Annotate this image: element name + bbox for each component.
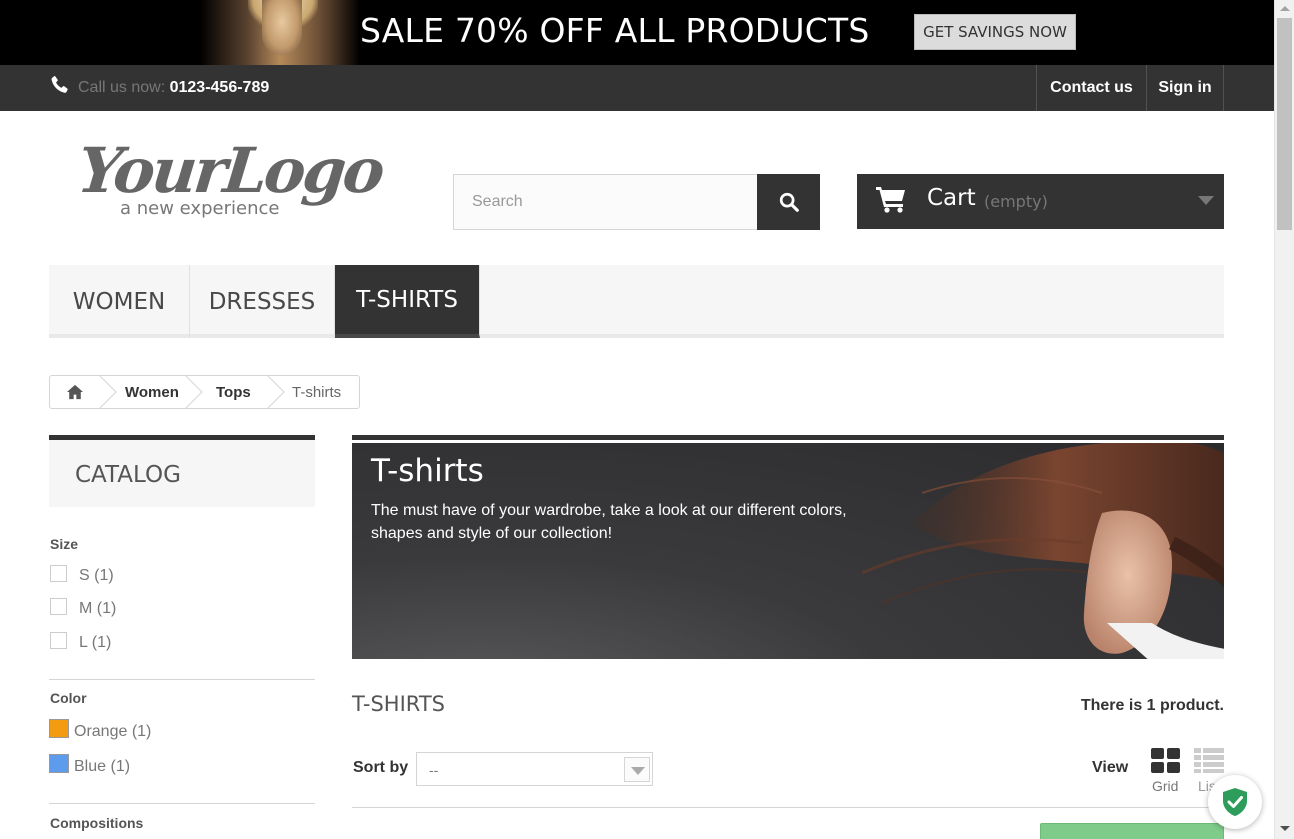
color-option-blue[interactable]: Blue (1) xyxy=(74,758,130,776)
page-scrollbar[interactable] xyxy=(1274,0,1294,839)
sort-label: Sort by xyxy=(353,759,409,776)
breadcrumb-separator xyxy=(186,376,203,408)
breadcrumb-tops[interactable]: Tops xyxy=(216,384,251,401)
size-option-l[interactable]: L (1) xyxy=(79,634,111,652)
banner-title: SALE 70% OFF ALL PRODUCTS xyxy=(360,11,870,50)
category-model-image xyxy=(861,443,1224,659)
listing-title: T-SHIRTS xyxy=(352,692,446,716)
promo-banner[interactable]: SALE 70% OFF ALL PRODUCTS GET SAVINGS NO… xyxy=(0,0,1274,65)
option-count: (1) xyxy=(110,758,131,775)
filter-title-compositions: Compositions xyxy=(50,815,144,831)
breadcrumb-women[interactable]: Women xyxy=(125,384,179,401)
content-divider xyxy=(352,807,1224,808)
scroll-down-icon[interactable] xyxy=(1280,826,1290,831)
phone-icon xyxy=(51,76,68,93)
banner-model-face xyxy=(262,0,302,55)
breadcrumb-separator xyxy=(268,376,285,408)
main-menu: WOMEN DRESSES T-SHIRTS xyxy=(49,265,1224,338)
contact-us-link[interactable]: Contact us xyxy=(1036,65,1146,111)
option-count: (1) xyxy=(94,567,114,584)
site-logo[interactable]: YourLogo a new experience xyxy=(72,132,386,227)
cart-dropdown[interactable]: Cart (empty) xyxy=(857,174,1224,229)
menu-item-women[interactable]: WOMEN xyxy=(49,265,190,338)
view-label: View xyxy=(1092,759,1129,776)
filter-divider xyxy=(49,679,315,680)
sort-select[interactable]: -- xyxy=(416,752,653,786)
category-banner: T-shirts The must have of your wardrobe,… xyxy=(352,435,1224,659)
option-label: Blue xyxy=(74,758,107,775)
breadcrumb-separator xyxy=(100,376,117,408)
top-navbar: Call us now: 0123-456-789 Contact us Sig… xyxy=(0,65,1274,111)
option-label: M xyxy=(79,600,93,617)
grid-view-icon[interactable] xyxy=(1151,748,1180,773)
option-count: (1) xyxy=(131,723,152,740)
get-savings-button[interactable]: GET SAVINGS NOW xyxy=(914,14,1076,50)
breadcrumb: Women Tops T-shirts xyxy=(49,375,360,409)
home-icon xyxy=(67,384,83,400)
checkbox-size-s[interactable] xyxy=(50,565,67,582)
filter-divider xyxy=(49,803,315,804)
breadcrumb-current: T-shirts xyxy=(292,384,342,401)
option-count: (1) xyxy=(91,634,112,651)
color-swatch-blue[interactable] xyxy=(49,754,69,773)
call-us-label: Call us now: xyxy=(78,79,166,96)
search-button[interactable] xyxy=(757,174,820,230)
scroll-up-icon[interactable] xyxy=(1280,6,1290,11)
filter-title-color: Color xyxy=(50,690,87,706)
phone-number: 0123-456-789 xyxy=(169,79,270,96)
product-action-button[interactable] xyxy=(1040,823,1224,839)
color-swatch-orange[interactable] xyxy=(49,719,69,738)
sign-in-link[interactable]: Sign in xyxy=(1146,65,1224,111)
category-description: The must have of your wardrobe, take a l… xyxy=(371,502,847,542)
logo-tagline: a new experience xyxy=(120,198,280,219)
security-badge[interactable] xyxy=(1208,775,1262,829)
option-count: (1) xyxy=(96,600,117,617)
menu-item-dresses[interactable]: DRESSES xyxy=(190,265,335,338)
logo-text: YourLogo xyxy=(74,134,386,207)
search-input[interactable] xyxy=(453,174,758,230)
color-option-orange[interactable]: Orange (1) xyxy=(74,723,151,741)
chevron-down-icon xyxy=(1198,196,1214,205)
chevron-down-icon xyxy=(624,757,650,782)
checkbox-size-l[interactable] xyxy=(50,632,67,649)
grid-view-label[interactable]: Grid xyxy=(1152,778,1178,794)
list-view-icon[interactable] xyxy=(1194,748,1224,773)
cart-status: (empty) xyxy=(984,192,1048,211)
option-label: S xyxy=(79,567,90,584)
option-label: L xyxy=(79,634,88,651)
shield-check-icon xyxy=(1223,788,1247,816)
search-icon xyxy=(779,192,799,212)
product-count: There is 1 product. xyxy=(1080,697,1224,714)
scrollbar-thumb[interactable] xyxy=(1277,18,1292,230)
option-label: Orange xyxy=(74,723,128,740)
catalog-title: CATALOG xyxy=(75,462,181,488)
filter-title-size: Size xyxy=(50,536,79,552)
call-us-text: Call us now: 0123-456-789 xyxy=(78,79,269,97)
size-option-m[interactable]: M (1) xyxy=(79,600,116,618)
checkbox-size-m[interactable] xyxy=(50,598,67,615)
menu-item-tshirts[interactable]: T-SHIRTS xyxy=(335,265,480,338)
breadcrumb-home[interactable] xyxy=(50,376,100,408)
shopping-cart-icon xyxy=(876,187,905,213)
category-banner-image: T-shirts The must have of your wardrobe,… xyxy=(352,443,1224,659)
category-title: T-shirts xyxy=(371,453,484,489)
sort-selected-value: -- xyxy=(429,762,439,778)
cart-label: Cart xyxy=(927,185,976,211)
size-option-s[interactable]: S (1) xyxy=(79,567,114,585)
catalog-block: CATALOG xyxy=(49,435,315,507)
